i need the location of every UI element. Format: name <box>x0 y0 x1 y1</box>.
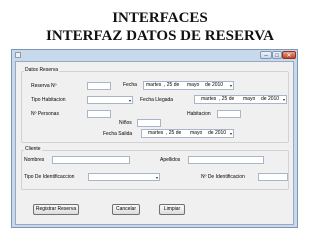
fecha-llegada-year: de 2010 <box>261 96 280 102</box>
limpiar-button[interactable]: Limpiar <box>159 204 185 215</box>
fecha-salida-month: mayo <box>190 130 203 136</box>
apellidos-input[interactable] <box>188 156 264 164</box>
fecha-month: mayo <box>187 82 200 88</box>
chevron-down-icon: ▾ <box>128 98 131 103</box>
fecha-salida-label: Fecha Salida <box>103 131 133 137</box>
fecha-day: , 25 de <box>164 82 180 88</box>
habitacion-label: Habitacion <box>187 111 211 117</box>
minimize-button[interactable]: – <box>260 51 272 59</box>
fecha-llegada-label: Fecha Llegada <box>140 97 174 103</box>
no-identificacion-input[interactable] <box>258 173 288 181</box>
fecha-salida-day-name: martes <box>148 130 164 136</box>
reserva-no-input[interactable] <box>87 82 111 90</box>
fecha-llegada-day: , 25 de <box>219 96 235 102</box>
app-icon <box>15 52 21 58</box>
personas-input[interactable] <box>87 110 111 118</box>
fecha-day-name: martes <box>146 82 162 88</box>
fecha-llegada-day-name: martes <box>201 96 217 102</box>
registrar-reserva-button[interactable]: Registrar Reserva <box>33 204 79 215</box>
fecha-label: Fecha <box>123 82 137 88</box>
chevron-down-icon: ▾ <box>282 97 285 102</box>
nombres-label: Nombres <box>24 157 45 163</box>
tipo-identificacion-label: Tipo De Identificaccion <box>24 174 75 180</box>
tipo-habitacion-select[interactable]: ▾ <box>87 96 133 104</box>
nombres-input[interactable] <box>52 156 130 164</box>
close-button[interactable]: ✕ <box>282 51 296 59</box>
tipo-identificacion-select[interactable]: ▾ <box>88 173 160 181</box>
fecha-llegada-datepicker[interactable]: martes , 25 de mayo de 2010 ▾ <box>194 95 287 104</box>
fecha-salida-year: de 2010 <box>208 130 227 136</box>
fecha-llegada-month: mayo <box>243 96 256 102</box>
reserva-no-label: Reserva Nº <box>31 83 57 89</box>
personas-label: Nº Personas <box>31 111 59 117</box>
cancelar-button[interactable]: Cancelar <box>112 204 140 215</box>
fecha-salida-datepicker[interactable]: martes , 25 de mayo de 2010 ▾ <box>141 129 234 138</box>
reserva-window: – □ ✕ Datos Reserva Reserva Nº Fecha mar… <box>11 49 298 228</box>
apellidos-label: Apellidos <box>160 157 181 163</box>
chevron-down-icon: ▾ <box>229 131 232 136</box>
fecha-datepicker[interactable]: martes , 25 de mayo de 2010 ▾ <box>143 81 234 90</box>
ninos-input[interactable] <box>137 119 161 127</box>
datos-reserva-label: Datos Reserva <box>24 67 60 73</box>
slide-title: INTERFACES <box>112 10 208 26</box>
fecha-year: de 2010 <box>205 82 224 88</box>
fecha-salida-day: , 25 de <box>166 130 182 136</box>
chevron-down-icon: ▾ <box>229 83 232 88</box>
cliente-label: Cliente <box>24 146 42 152</box>
window-titlebar[interactable]: – □ ✕ <box>12 50 297 60</box>
form-client-area: Datos Reserva Reserva Nº Fecha martes , … <box>15 61 294 225</box>
habitacion-input[interactable] <box>217 110 241 118</box>
ninos-label: Niños <box>119 120 132 126</box>
slide-subtitle: INTERFAZ DATOS DE RESERVA <box>45 28 274 44</box>
chevron-down-icon: ▾ <box>155 175 158 180</box>
maximize-button[interactable]: □ <box>272 51 282 59</box>
tipo-habitacion-label: Tipo Habitacion <box>31 97 66 103</box>
no-identificacion-label: Nº De Identificacion <box>201 174 245 180</box>
